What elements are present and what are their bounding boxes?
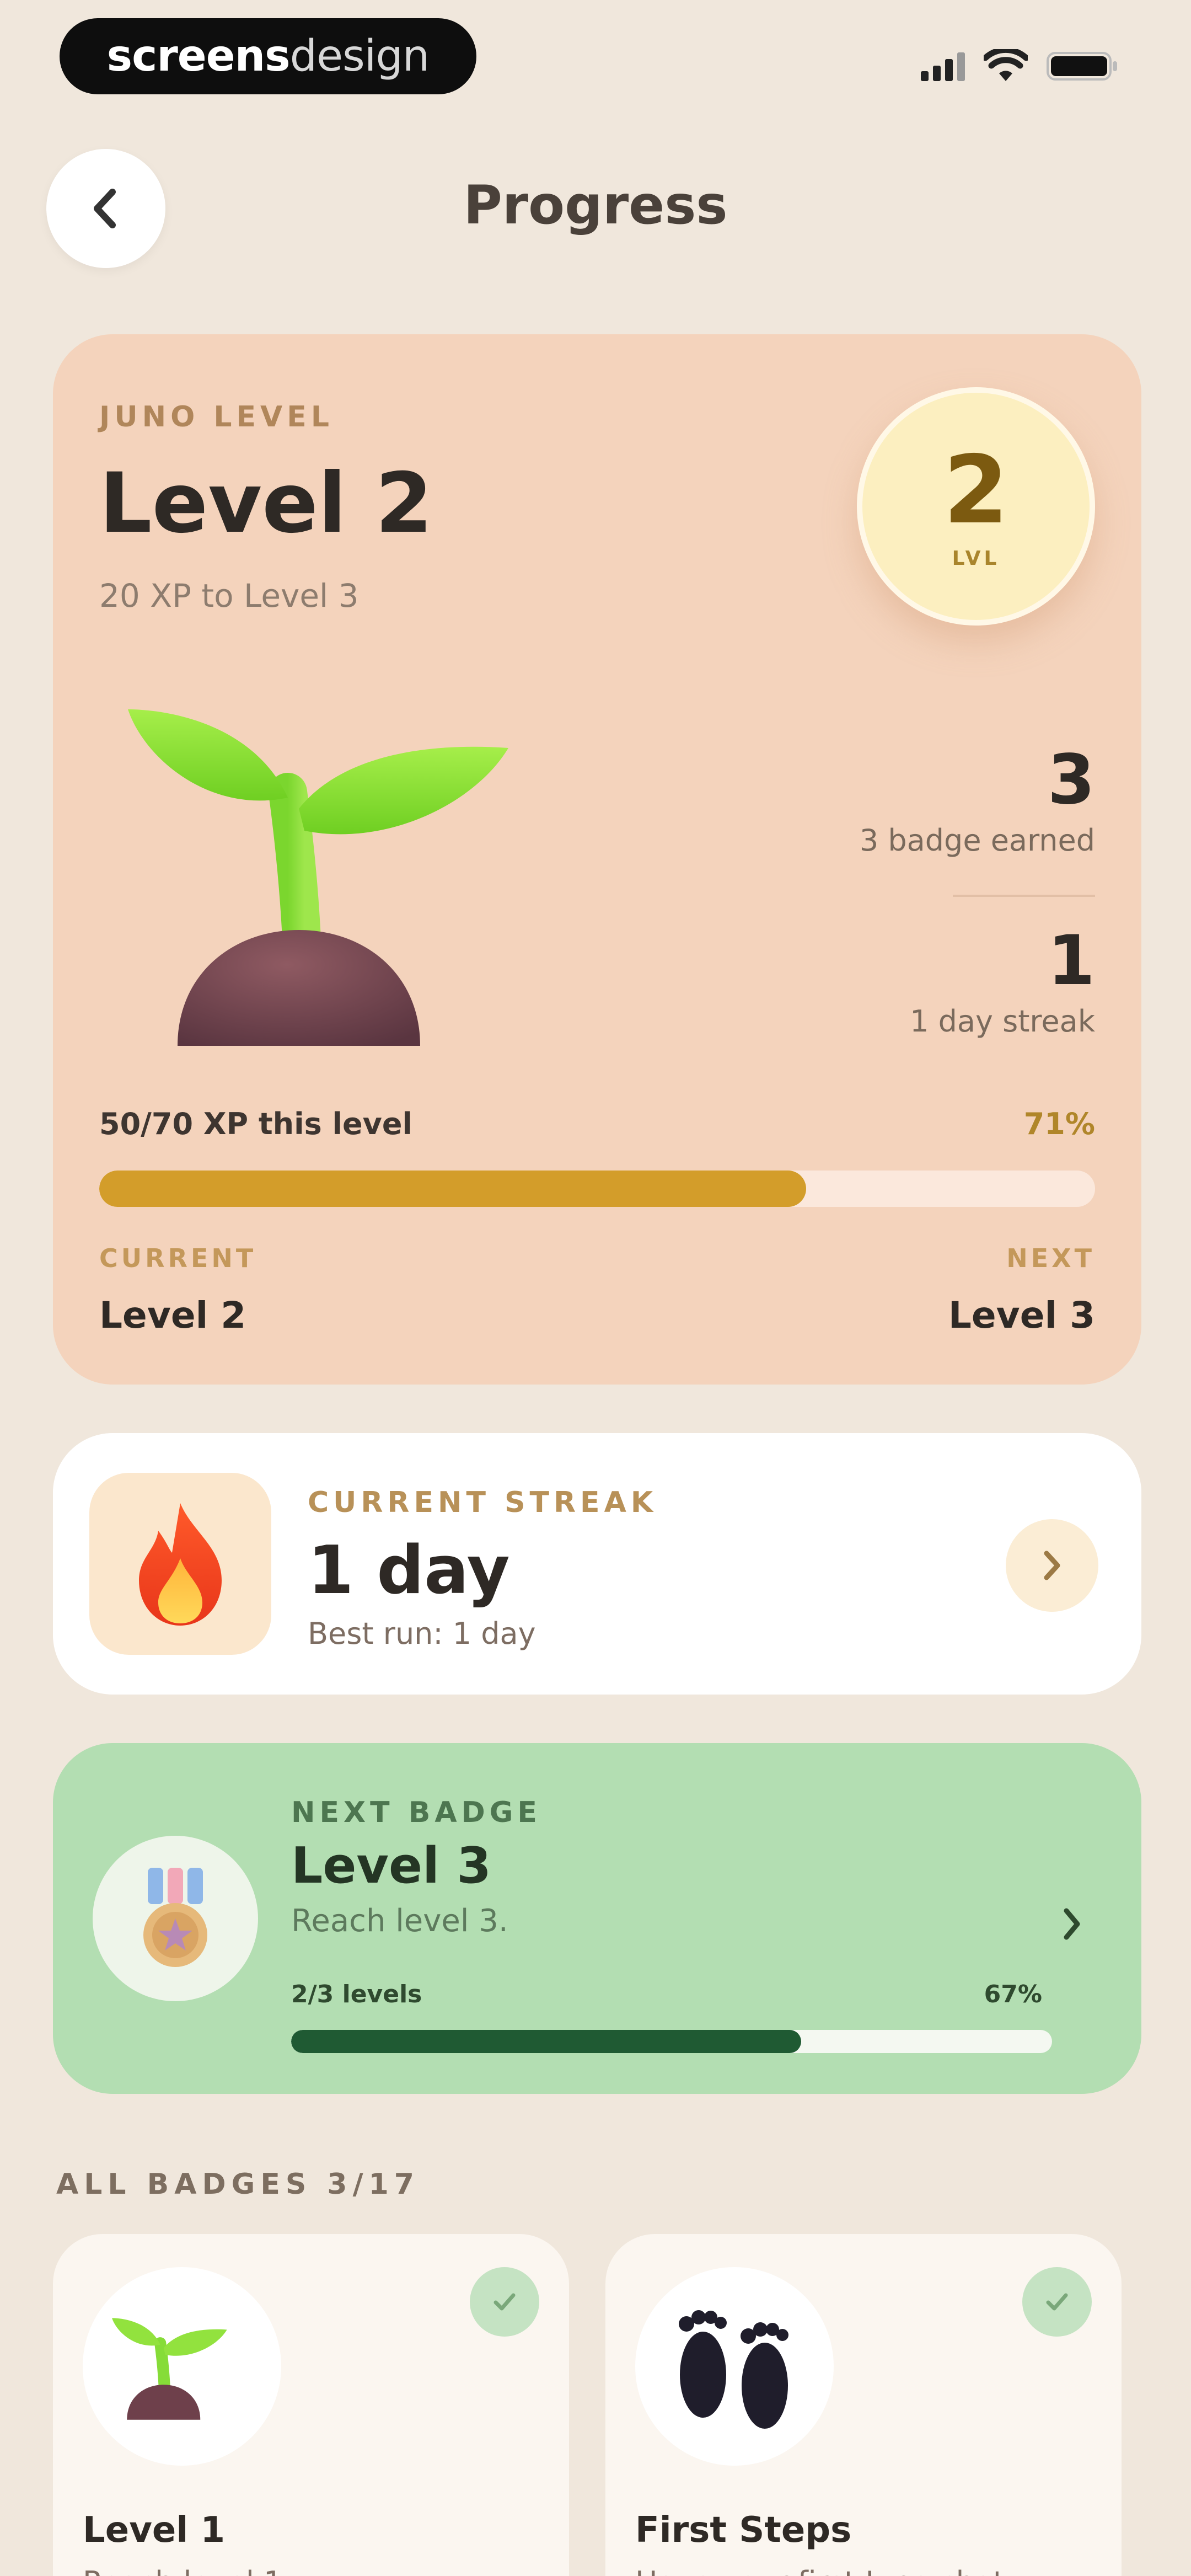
next-badge-progress-bar [291,2030,1052,2053]
earned-check-icon [1022,2267,1092,2337]
wifi-icon [984,49,1028,81]
badge-description: Reach level 1. [83,2565,292,2576]
streak-label: 1 day streak [910,1004,1095,1039]
next-badge-progress-label: 2/3 levels [291,1980,422,2008]
stat-divider [953,895,1095,897]
badge-description: Have your first Juno chat. [635,2565,1014,2576]
sprout-icon [128,709,508,1046]
badges-earned-count: 3 [1047,740,1095,820]
progress-screen: screens design Progress JUNO LEVEL Level… [0,0,1191,2576]
brand-text-bold: screens [106,31,291,81]
streak-eyebrow: CURRENT STREAK [308,1486,658,1519]
level-badge: 2 LVL [857,387,1095,626]
badge-tile[interactable]: First Steps Have your first Juno chat. [605,2234,1122,2576]
streak-value: 1 day [308,1532,510,1609]
status-icons [921,43,1118,89]
badge-icon-circle [83,2267,281,2466]
level-badge-number: 2 [943,435,1009,545]
brand-watermark: screens design [60,18,476,94]
next-badge-description: Reach level 3. [291,1903,508,1939]
next-badge-progress-fill [291,2030,801,2053]
xp-progress-label: 50/70 XP this level [99,1107,413,1141]
chevron-right-icon [1044,1551,1060,1580]
badge-icon-circle [635,2267,834,2466]
level-eyebrow: JUNO LEVEL [99,400,334,434]
level-card: JUNO LEVEL Level 2 20 XP to Level 3 2 LV… [53,334,1141,1385]
next-badge-open-button[interactable] [1049,1898,1095,1950]
current-level-value: Level 2 [99,1294,246,1337]
xp-progress-fill [99,1171,807,1207]
next-badge-eyebrow: NEXT BADGE [291,1796,541,1829]
footprints-icon [679,2310,788,2429]
streak-open-button[interactable] [1006,1519,1098,1612]
best-run-text: Best run: 1 day [308,1616,536,1651]
xp-progress-bar [99,1171,1095,1207]
page-title: Progress [463,174,728,236]
battery-icon [1047,52,1117,81]
flame-icon [139,1503,222,1626]
badge-name: First Steps [635,2510,852,2551]
next-level-value: Level 3 [948,1294,1095,1337]
xp-to-next-level: 20 XP to Level 3 [99,577,359,614]
streak-icon-box [89,1473,271,1655]
xp-progress-percent: 71% [1023,1107,1095,1141]
next-level-eyebrow: NEXT [1006,1243,1095,1273]
status-bar: screens design [0,0,1191,116]
chevron-right-icon [1064,1908,1080,1940]
level-badge-label: LVL [952,547,1000,570]
streak-count: 1 [1047,921,1095,1001]
level-title: Level 2 [99,456,433,552]
signal-icon [921,51,965,81]
badges-earned-stat: 3 3 badge earned [860,742,1095,858]
badges-earned-label: 3 badge earned [859,823,1095,858]
next-badge-card[interactable]: NEXT BADGE Level 3 Reach level 3. 2/3 le… [53,1743,1141,2094]
all-badges-label: ALL BADGES 3/17 [56,2168,420,2201]
current-level-eyebrow: CURRENT [99,1243,257,1273]
earned-check-icon [470,2267,539,2337]
sprout-icon [112,2318,227,2420]
medal-icon [143,1868,207,1967]
next-badge-title: Level 3 [291,1837,491,1895]
brand-text-light: design [289,31,430,81]
medal-icon-circle [93,1836,258,2001]
next-badge-progress-percent: 67% [984,1980,1042,2008]
streak-stat: 1 1 day streak [910,923,1095,1039]
streak-card[interactable]: CURRENT STREAK 1 day Best run: 1 day [53,1433,1141,1695]
badge-name: Level 1 [83,2510,226,2551]
badge-tile[interactable]: Level 1 Reach level 1. [53,2234,569,2576]
